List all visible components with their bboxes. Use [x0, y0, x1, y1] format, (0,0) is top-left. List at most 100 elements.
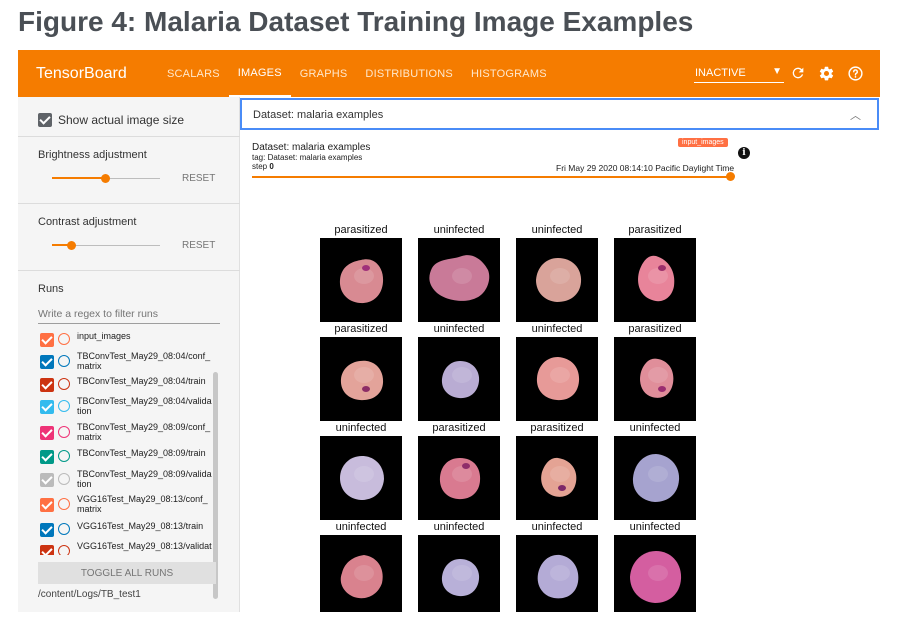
image-label: parasitized — [334, 323, 388, 335]
run-checkbox[interactable] — [40, 426, 54, 440]
image-label: uninfected — [335, 521, 387, 533]
run-checkbox[interactable] — [40, 498, 54, 512]
brightness-label: Brightness adjustment — [38, 149, 147, 161]
cell-image — [320, 238, 402, 322]
run-label: TBConvTest_May29_08:04/train — [77, 376, 206, 386]
cell-image — [320, 337, 402, 421]
run-item[interactable]: TBConvTest_May29_08:09/train — [38, 446, 220, 470]
run-checkbox[interactable] — [40, 355, 54, 369]
brand-title: TensorBoard — [36, 65, 127, 82]
cell-image — [614, 238, 696, 322]
run-label: TBConvTest_May29_08:04/conf_ matrix — [77, 351, 211, 371]
contrast-slider-thumb[interactable] — [67, 241, 76, 250]
run-color-circle[interactable] — [58, 545, 70, 555]
run-checkbox[interactable] — [40, 473, 54, 487]
reload-status-value: INACTIVE — [695, 67, 746, 79]
info-icon[interactable]: i — [738, 147, 750, 159]
show-actual-size-checkbox[interactable] — [38, 113, 52, 127]
brightness-reset-button[interactable]: RESET — [182, 173, 215, 184]
image-label: parasitized — [628, 224, 682, 236]
run-item[interactable]: TBConvTest_May29_08:09/conf_ matrix — [38, 422, 220, 446]
run-color-circle[interactable] — [58, 333, 70, 345]
image-label: uninfected — [531, 521, 583, 533]
main-panel: Dataset: malaria examples ︿ Dataset: mal… — [240, 97, 880, 612]
run-item[interactable]: TBConvTest_May29_08:04/train — [38, 374, 220, 398]
step-slider-thumb[interactable] — [726, 172, 735, 181]
run-color-circle[interactable] — [58, 426, 70, 438]
step-value: 0 — [269, 162, 274, 171]
help-icon[interactable] — [845, 63, 865, 83]
run-item[interactable]: TBConvTest_May29_08:04/valida tion — [38, 396, 220, 420]
run-label: TBConvTest_May29_08:04/valida tion — [77, 396, 212, 416]
image-label: uninfected — [629, 422, 681, 434]
run-color-circle[interactable] — [58, 400, 70, 412]
run-checkbox[interactable] — [40, 523, 54, 537]
contrast-reset-button[interactable]: RESET — [182, 240, 215, 251]
run-item[interactable]: VGG16Test_May29_08:13/validat — [38, 541, 220, 555]
run-checkbox[interactable] — [40, 450, 54, 464]
runs-label: Runs — [38, 283, 64, 295]
brightness-slider-thumb[interactable] — [101, 174, 110, 183]
cell-image — [614, 436, 696, 520]
image-label: uninfected — [531, 323, 583, 335]
image-label: uninfected — [629, 521, 681, 533]
run-color-circle[interactable] — [58, 355, 70, 367]
run-filter-input[interactable]: Write a regex to filter runs — [38, 306, 220, 324]
refresh-icon[interactable] — [788, 63, 808, 83]
cell-image — [516, 238, 598, 322]
tab-graphs[interactable]: GRAPHS — [291, 50, 357, 97]
dataset-category-header[interactable]: Dataset: malaria examples ︿ — [240, 98, 879, 130]
image-label: parasitized — [334, 224, 388, 236]
run-label: TBConvTest_May29_08:09/train — [77, 448, 206, 458]
actual-size-section: Show actual image size — [18, 97, 240, 137]
run-color-circle[interactable] — [58, 378, 70, 390]
card-timestamp: Fri May 29 2020 08:14:10 Pacific Dayligh… — [556, 163, 735, 173]
cell-image — [418, 238, 500, 322]
card-tag: tag: Dataset: malaria examples — [252, 153, 363, 162]
image-label: parasitized — [432, 422, 486, 434]
run-color-circle[interactable] — [58, 498, 70, 510]
image-label: uninfected — [433, 224, 485, 236]
caret-down-icon: ▼ — [772, 66, 782, 77]
tab-scalars[interactable]: SCALARS — [158, 50, 229, 97]
nav-tabs: SCALARS IMAGES GRAPHS DISTRIBUTIONS HIST… — [158, 50, 556, 97]
image-label: parasitized — [530, 422, 584, 434]
reload-status-select[interactable]: INACTIVE ▼ — [694, 64, 784, 83]
cell-image — [614, 535, 696, 612]
run-checkbox[interactable] — [40, 545, 54, 555]
run-label: input_images — [77, 331, 131, 341]
step-slider-track[interactable] — [252, 176, 730, 178]
run-checkbox[interactable] — [40, 333, 54, 347]
run-color-circle[interactable] — [58, 473, 70, 485]
run-checkbox[interactable] — [40, 400, 54, 414]
step-label: step — [252, 162, 270, 171]
tensorboard-window: TensorBoard SCALARS IMAGES GRAPHS DISTRI… — [18, 50, 880, 612]
run-item[interactable]: TBConvTest_May29_08:04/conf_ matrix — [38, 351, 220, 375]
run-label: VGG16Test_May29_08:13/validat — [77, 541, 212, 551]
toggle-all-runs-button[interactable]: TOGGLE ALL RUNS — [38, 562, 216, 584]
card-step: step 0 — [252, 162, 274, 171]
image-label: parasitized — [628, 323, 682, 335]
gear-icon[interactable] — [816, 63, 836, 83]
run-item[interactable]: TBConvTest_May29_08:09/valida tion — [38, 469, 220, 493]
run-checkbox[interactable] — [40, 378, 54, 392]
tab-histograms[interactable]: HISTOGRAMS — [462, 50, 556, 97]
run-label: VGG16Test_May29_08:13/conf_ matrix — [77, 494, 208, 514]
cell-image — [320, 436, 402, 520]
run-item[interactable]: VGG16Test_May29_08:13/conf_ matrix — [38, 494, 220, 518]
run-label: TBConvTest_May29_08:09/conf_ matrix — [77, 422, 211, 442]
cell-image — [418, 436, 500, 520]
tab-images[interactable]: IMAGES — [228, 50, 291, 97]
run-color-circle[interactable] — [58, 523, 70, 535]
show-actual-size-label: Show actual image size — [58, 113, 185, 127]
run-color-circle[interactable] — [58, 450, 70, 462]
cell-image — [516, 337, 598, 421]
chevron-up-icon[interactable]: ︿ — [850, 107, 861, 123]
cell-image — [614, 337, 696, 421]
tab-distributions[interactable]: DISTRIBUTIONS — [356, 50, 462, 97]
cell-image — [320, 535, 402, 612]
sidebar: Show actual image size Brightness adjust… — [18, 97, 240, 612]
card-title: Dataset: malaria examples — [252, 142, 371, 153]
run-item-input-images[interactable]: input_images — [38, 329, 220, 353]
run-item[interactable]: VGG16Test_May29_08:13/train — [38, 519, 220, 543]
